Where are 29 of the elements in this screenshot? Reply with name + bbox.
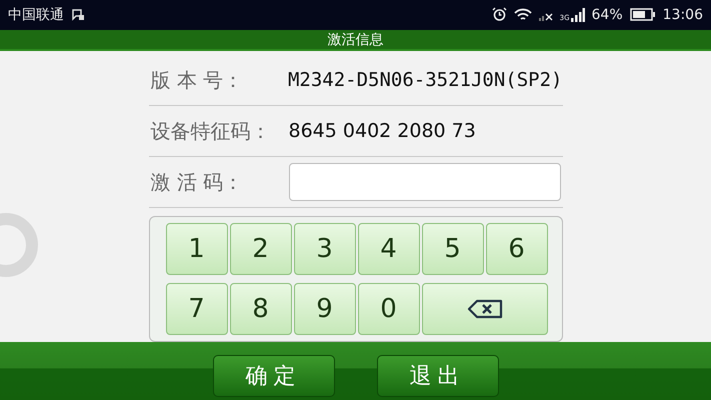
carrier-name: 中国联通 [8, 6, 64, 24]
signal-icon [570, 8, 585, 22]
message-icon [71, 8, 85, 22]
backspace-key[interactable] [422, 283, 548, 336]
digit-key[interactable]: 6 [486, 223, 548, 276]
digit-key[interactable]: 9 [294, 283, 356, 336]
clock: 13:06 [662, 6, 703, 23]
wifi-icon [514, 8, 532, 22]
digit-key[interactable]: 8 [230, 283, 292, 336]
backspace-icon [466, 299, 502, 320]
field-value: M2342-D5N06-3521J0N(SP2) [288, 69, 562, 92]
digit-key[interactable]: 3 [294, 223, 356, 276]
digit-key[interactable]: 4 [358, 223, 420, 276]
action-button[interactable]: 退出 [376, 355, 498, 398]
action-button[interactable]: 确定 [212, 355, 334, 398]
digit-key[interactable]: 2 [230, 223, 292, 276]
alarm-icon [492, 7, 507, 22]
field-label: 激 活 码： [150, 168, 244, 196]
battery-percent: 64% [592, 6, 623, 23]
digit-key[interactable]: 1 [166, 223, 228, 276]
activation-code-field[interactable] [288, 163, 560, 202]
digit-key[interactable]: 0 [358, 283, 420, 336]
field-label: 版 本 号： [150, 66, 244, 94]
field-label: 设备特征码： [150, 118, 272, 145]
digit-key[interactable]: 5 [422, 223, 484, 276]
screen-title: 激活信息 [328, 30, 384, 49]
battery-icon [630, 8, 656, 22]
digit-key[interactable]: 7 [166, 283, 228, 336]
field-value: 8645 0402 2080 73 [288, 120, 476, 142]
